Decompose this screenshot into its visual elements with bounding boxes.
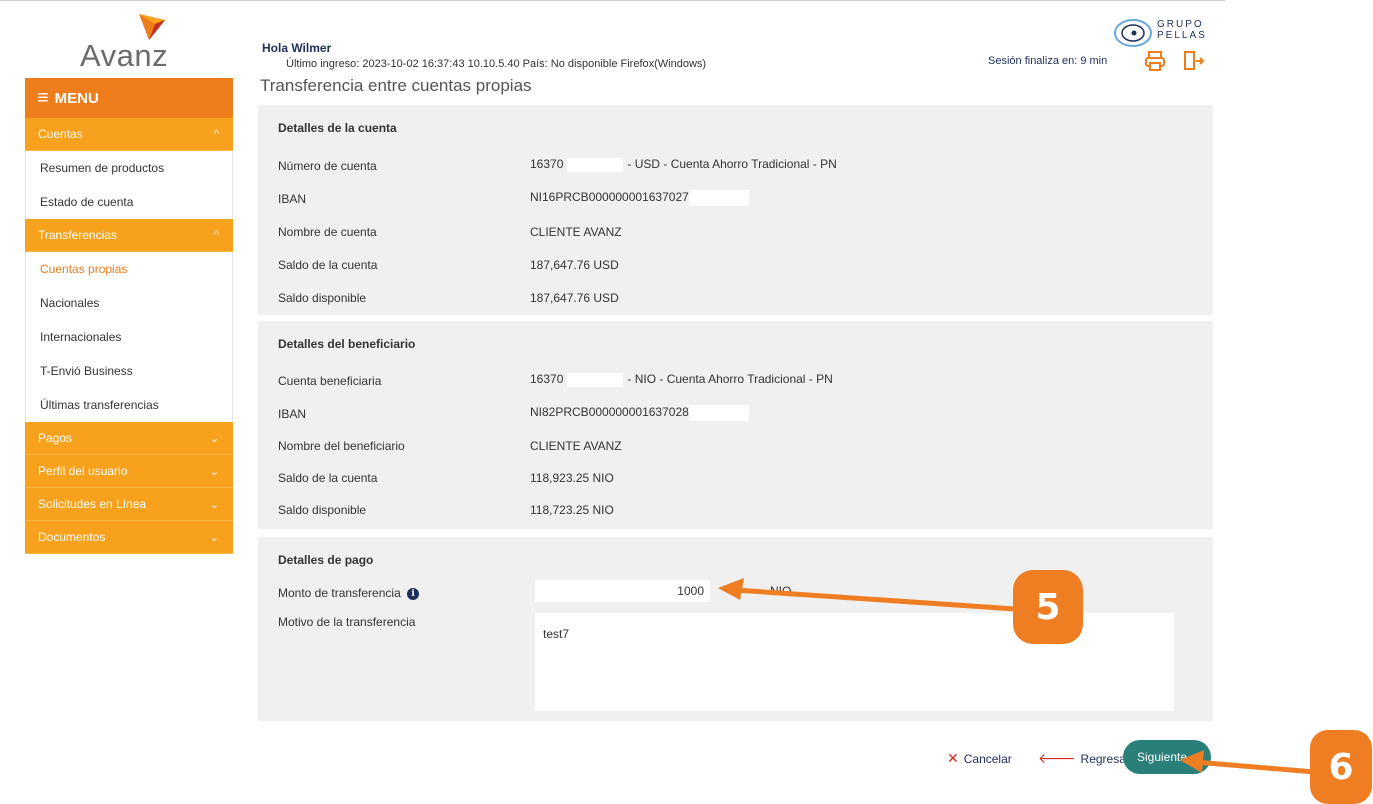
- account-number-suffix: - USD - Cuenta Ahorro Tradicional - PN: [627, 157, 837, 171]
- account-iban-value: NI16PRCB000000001637027: [530, 190, 749, 206]
- account-details-panel: Detalles de la cuenta Número de cuenta 1…: [258, 105, 1213, 315]
- masked-digits: [688, 190, 749, 206]
- sidebar: ≡ MENU Cuentas ^ Resumen de productos Es…: [25, 78, 233, 554]
- sidebar-item-resumen-productos[interactable]: Resumen de productos: [25, 151, 233, 185]
- chevron-down-icon: ⌄: [209, 531, 219, 544]
- grupo-pellas-swirl-icon: [1114, 19, 1152, 47]
- sidebar-item-label: Internacionales: [40, 330, 122, 344]
- sidebar-item-nacionales[interactable]: Nacionales: [25, 286, 233, 320]
- beneficiary-iban-label: IBAN: [278, 407, 307, 421]
- user-greeting: Hola Wilmer: [262, 41, 332, 55]
- account-available-value: 187,647.76 USD: [530, 291, 619, 305]
- beneficiary-account-label: Cuenta beneficiaria: [278, 374, 382, 388]
- beneficiary-iban-value: NI82PRCB000000001637028: [530, 405, 749, 421]
- sidebar-item-label: Estado de cuenta: [40, 195, 134, 209]
- account-available-label: Saldo disponible: [278, 291, 367, 305]
- hamburger-icon: ≡: [37, 87, 49, 109]
- beneficiary-name-value: CLIENTE AVANZ: [530, 439, 622, 453]
- account-details-title: Detalles de la cuenta: [278, 121, 397, 135]
- sidebar-item-cuentas-propias[interactable]: Cuentas propias: [25, 252, 233, 286]
- amount-input[interactable]: [535, 580, 710, 602]
- beneficiary-details-panel: Detalles del beneficiario Cuenta benefic…: [258, 321, 1213, 529]
- sidebar-section-label: Perfil del usuario: [38, 464, 128, 478]
- account-name-value: CLIENTE AVANZ: [530, 225, 622, 239]
- close-icon: ✕: [947, 750, 959, 766]
- cancel-label: Cancelar: [963, 751, 1012, 766]
- beneficiary-balance-label: Saldo de la cuenta: [278, 471, 378, 485]
- sidebar-section-documentos[interactable]: Documentos ⌄: [25, 521, 233, 554]
- payment-details-title: Detalles de pago: [278, 553, 374, 567]
- last-login-info: Último ingreso: 2023-10-02 16:37:43 10.1…: [286, 58, 707, 70]
- account-number-value: 16370 - USD - Cuenta Ahorro Tradicional -…: [530, 157, 837, 172]
- sidebar-section-label: Pagos: [38, 431, 73, 445]
- sidebar-item-label: Cuentas propias: [40, 262, 128, 276]
- currency-label: NIO: [770, 584, 792, 598]
- chevron-down-icon: ⌄: [209, 498, 219, 511]
- masked-digits: [688, 405, 749, 421]
- next-button[interactable]: Siguiente: [1123, 740, 1211, 774]
- sidebar-item-ultimas-transferencias[interactable]: Últimas transferencias: [25, 388, 233, 422]
- beneficiary-name-label: Nombre del beneficiario: [278, 439, 405, 453]
- beneficiary-number-prefix: 16370: [530, 372, 564, 386]
- sidebar-item-label: T-Envió Business: [40, 364, 133, 378]
- account-number-label: Número de cuenta: [278, 159, 377, 173]
- beneficiary-balance-value: 118,923.25 NIO: [530, 471, 614, 485]
- masked-digits: [567, 372, 624, 387]
- sidebar-section-label: Transferencias: [38, 228, 117, 242]
- amount-label-text: Monto de transferencia: [278, 586, 401, 600]
- top-divider: [0, 0, 1225, 10]
- sidebar-item-t-envio-business[interactable]: T-Envió Business: [25, 354, 233, 388]
- step-5-badge: 5: [1013, 570, 1083, 644]
- account-name-label: Nombre de cuenta: [278, 225, 377, 239]
- page-title: Transferencia entre cuentas propias: [260, 76, 532, 95]
- beneficiary-number-suffix: - NIO - Cuenta Ahorro Tradicional - PN: [627, 372, 833, 386]
- chevron-up-icon: ^: [213, 128, 219, 140]
- amount-label: Monto de transferencia i: [278, 586, 420, 600]
- account-iban-label: IBAN: [278, 192, 307, 206]
- account-balance-label: Saldo de la cuenta: [278, 258, 378, 272]
- sidebar-item-estado-cuenta[interactable]: Estado de cuenta: [25, 185, 233, 219]
- pellas-text: PELLAS: [1157, 30, 1207, 41]
- step-6-badge: 6: [1310, 730, 1372, 804]
- session-timer: Sesión finaliza en: 9 min: [988, 55, 1108, 67]
- reason-label: Motivo de la transferencia: [278, 615, 416, 629]
- menu-title: MENU: [54, 89, 99, 107]
- info-icon[interactable]: i: [407, 587, 420, 600]
- sidebar-section-cuentas[interactable]: Cuentas ^: [25, 118, 233, 151]
- menu-header[interactable]: ≡ MENU: [25, 78, 233, 118]
- account-balance-value: 187,647.76 USD: [530, 258, 619, 272]
- avanz-logo[interactable]: Avanz: [80, 14, 220, 73]
- sidebar-section-label: Solicitudes en Línea: [38, 497, 147, 511]
- sidebar-section-transferencias[interactable]: Transferencias ^: [25, 219, 233, 252]
- arrow-left-icon: 🡐: [1038, 750, 1076, 766]
- sidebar-item-label: Últimas transferencias: [40, 398, 159, 412]
- sidebar-item-label: Resumen de productos: [40, 161, 165, 175]
- logo-swoosh-icon: [139, 14, 165, 40]
- beneficiary-account-value: 16370 - NIO - Cuenta Ahorro Tradicional -…: [530, 372, 833, 387]
- sidebar-item-label: Nacionales: [40, 296, 100, 310]
- masked-digits: [567, 157, 624, 172]
- beneficiary-available-value: 118,723.25 NIO: [530, 503, 614, 517]
- beneficiary-details-title: Detalles del beneficiario: [278, 337, 416, 351]
- account-iban: NI16PRCB000000001637027: [530, 190, 689, 205]
- beneficiary-iban: NI82PRCB000000001637028: [530, 405, 689, 420]
- sidebar-item-internacionales[interactable]: Internacionales: [25, 320, 233, 354]
- sidebar-section-label: Cuentas: [38, 127, 83, 141]
- back-button[interactable]: 🡐 Regresar: [1038, 750, 1130, 767]
- grupo-pellas-logo: GRUPO PELLAS: [1113, 16, 1228, 50]
- sidebar-section-perfil-usuario[interactable]: Perfil del usuario ⌄: [25, 455, 233, 488]
- sidebar-section-label: Documentos: [38, 530, 106, 544]
- print-icon[interactable]: [1144, 50, 1166, 72]
- arrow-6-line: [1194, 759, 1316, 775]
- chevron-down-icon: ⌄: [209, 465, 219, 478]
- logout-icon[interactable]: [1183, 51, 1205, 71]
- cancel-button[interactable]: ✕ Cancelar: [947, 750, 1012, 767]
- grupo-text: GRUPO: [1157, 19, 1204, 30]
- chevron-up-icon: ^: [213, 229, 219, 241]
- sidebar-section-solicitudes-linea[interactable]: Solicitudes en Línea ⌄: [25, 488, 233, 521]
- beneficiary-available-label: Saldo disponible: [278, 503, 367, 517]
- chevron-down-icon: ⌄: [209, 432, 219, 445]
- account-number-prefix: 16370: [530, 157, 564, 171]
- sidebar-section-pagos[interactable]: Pagos ⌄: [25, 422, 233, 455]
